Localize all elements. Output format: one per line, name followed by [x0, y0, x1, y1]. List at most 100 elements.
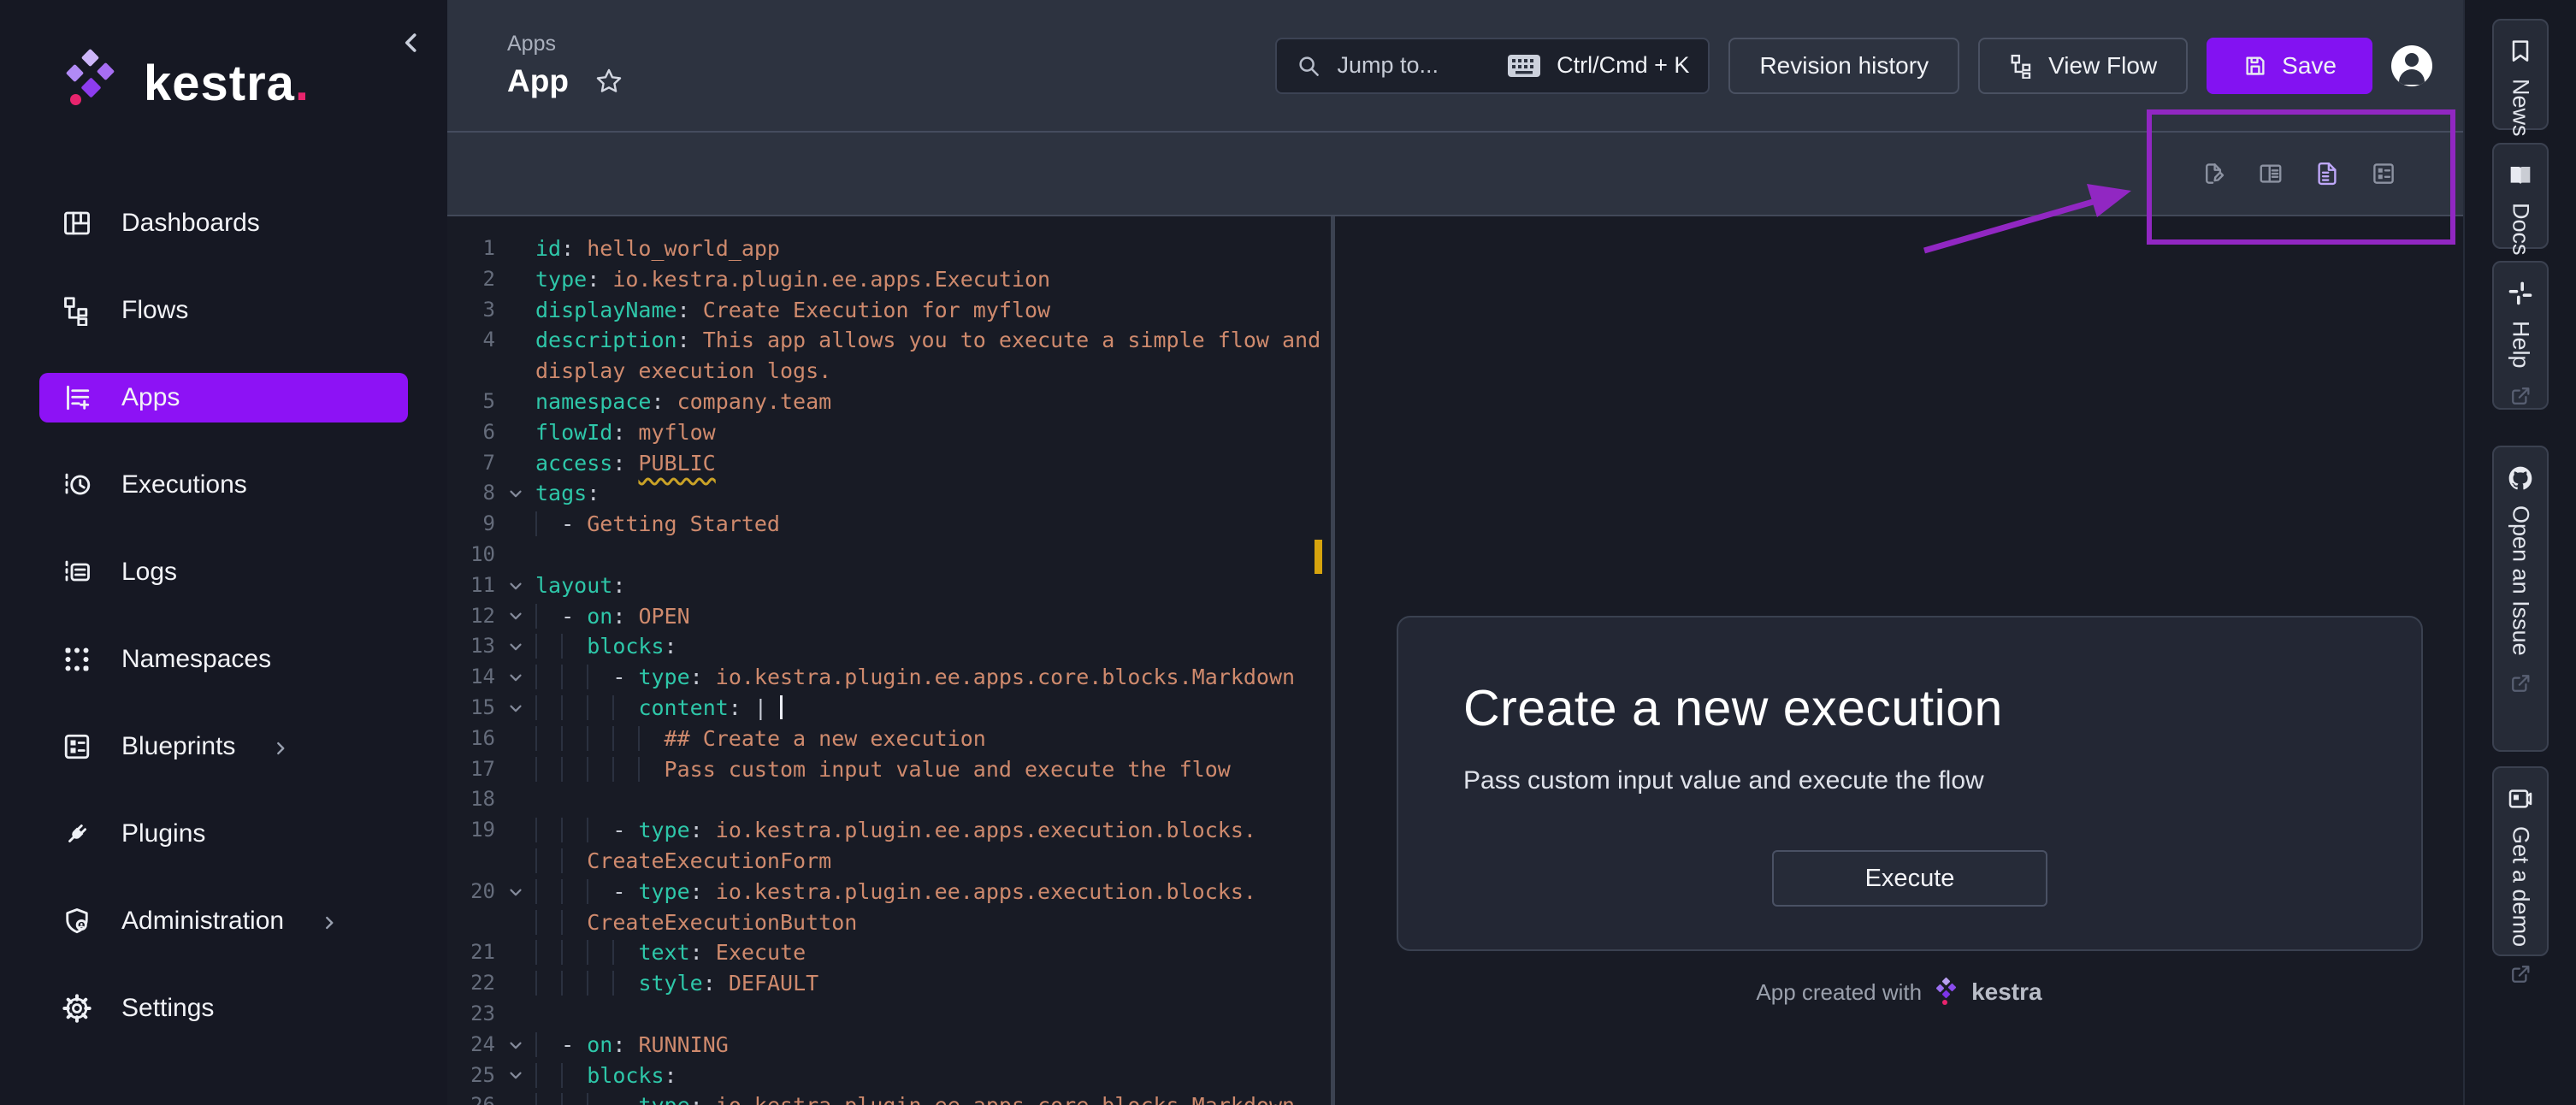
fold-chevron-icon[interactable] [495, 877, 535, 907]
code-line[interactable]: 14 - type: io.kestra.plugin.ee.apps.core… [447, 662, 1331, 693]
execute-button[interactable]: Execute [1772, 850, 2047, 907]
sidebar-item-apps[interactable]: Apps [39, 373, 408, 422]
code-line[interactable]: 6flowId: myflow [447, 417, 1331, 448]
code-line[interactable]: 9 - Getting Started [447, 509, 1331, 540]
code-line[interactable]: CreateExecutionButton [447, 907, 1331, 938]
sidebar-item-administration[interactable]: Administration [39, 896, 408, 946]
line-number: 25 [447, 1061, 495, 1091]
sidebar-item-plugins[interactable]: Plugins [39, 809, 408, 859]
gutter [447, 846, 535, 877]
fold-chevron-icon[interactable] [495, 1061, 535, 1091]
text-cursor [780, 695, 783, 719]
gutter: 24 [447, 1030, 535, 1061]
fold-chevron-icon[interactable] [495, 662, 535, 693]
code-line[interactable]: 25 blocks: [447, 1061, 1331, 1091]
sidebar-item-label: Dashboards [121, 209, 260, 238]
favorite-star-icon[interactable] [594, 67, 623, 96]
rail-button-news[interactable]: News [2492, 19, 2549, 130]
code-line[interactable]: 7 access: PUBLIC [447, 448, 1331, 479]
view-flow-button[interactable]: View Flow [1978, 38, 2188, 94]
sidebar-item-flows[interactable]: Flows [39, 286, 408, 335]
code-line[interactable]: 2type: io.kestra.plugin.ee.apps.Executio… [447, 264, 1331, 295]
code-line[interactable]: 13 blocks: [447, 631, 1331, 662]
code-line[interactable]: 16 ## Create a new execution [447, 724, 1331, 754]
code-line[interactable]: 20 - type: io.kestra.plugin.ee.apps.exec… [447, 877, 1331, 907]
code-line[interactable]: 18 [447, 784, 1331, 815]
blueprints-icon [62, 731, 92, 762]
kestra-footer-logo-icon [1934, 978, 1959, 1007]
card-title: Create a new execution [1463, 679, 2356, 737]
code-line[interactable]: 26 - type: io.kestra.plugin.ee.apps.core… [447, 1090, 1331, 1105]
save-button[interactable]: Save [2207, 38, 2372, 94]
code-line[interactable]: 12 - on: OPEN [447, 601, 1331, 632]
sidebar-item-namespaces[interactable]: Namespaces [39, 635, 408, 684]
fold-chevron-icon[interactable] [495, 1030, 535, 1061]
code-text: - type: io.kestra.plugin.ee.apps.executi… [535, 815, 1256, 846]
rail-button-get-a-demo[interactable]: Get a demo [2492, 766, 2549, 956]
yaml-code-editor[interactable]: 1id: hello_world_app2type: io.kestra.plu… [447, 216, 1331, 1105]
line-number: 12 [447, 601, 495, 632]
line-number: 4 [447, 325, 495, 356]
code-line[interactable]: 19 - type: io.kestra.plugin.ee.apps.exec… [447, 815, 1331, 846]
editor-view-toolbar [447, 133, 2463, 216]
sidebar-nav: Dashboards Flows Apps Executions Logs Namespa… [0, 198, 447, 1033]
code-text: - Getting Started [535, 509, 780, 540]
header-actions: Jump to... Ctrl/Cmd + K Revision history… [1275, 38, 2432, 94]
split-view-icon[interactable] [2258, 161, 2284, 186]
gutter: 16 [447, 724, 535, 754]
code-line[interactable]: CreateExecutionForm [447, 846, 1331, 877]
slack-icon [2507, 280, 2534, 307]
settings-icon [62, 993, 92, 1024]
sidebar-item-settings[interactable]: Settings [39, 984, 408, 1033]
code-line[interactable]: 5namespace: company.team [447, 387, 1331, 417]
gutter: 20 [447, 877, 535, 907]
code-line[interactable]: 8tags: [447, 478, 1331, 509]
fold-chevron-icon[interactable] [495, 693, 535, 724]
rail-button-help[interactable]: Help [2492, 261, 2549, 410]
code-line[interactable]: 10 [447, 540, 1331, 570]
code-line[interactable]: 22 style: DEFAULT [447, 968, 1331, 999]
breadcrumb-parent[interactable]: Apps [507, 32, 623, 56]
code-line[interactable]: display execution logs. [447, 356, 1331, 387]
code-line[interactable]: 11layout: [447, 570, 1331, 601]
line-number: 20 [447, 877, 495, 907]
gutter: 7 [447, 448, 535, 479]
code-line[interactable]: 1id: hello_world_app [447, 233, 1331, 264]
fold-chevron-icon[interactable] [495, 570, 535, 601]
blocks-view-icon[interactable] [2371, 161, 2396, 186]
file-preview-icon[interactable] [2314, 161, 2340, 186]
sidebar-collapse-icon[interactable] [396, 27, 427, 58]
fold-chevron-icon[interactable] [495, 601, 535, 632]
fold-chevron-icon[interactable] [495, 478, 535, 509]
code-line[interactable]: 24 - on: RUNNING [447, 1030, 1331, 1061]
fold-chevron-icon[interactable] [495, 631, 535, 662]
revision-history-button[interactable]: Revision history [1728, 38, 1959, 94]
code-text: text: Execute [535, 937, 806, 968]
gutter: 21 [447, 937, 535, 968]
logs-icon [62, 557, 92, 588]
code-line[interactable]: 17 Pass custom input value and execute t… [447, 754, 1331, 785]
page-title: App [507, 63, 569, 99]
code-text: description: This app allows you to exec… [535, 325, 1320, 356]
user-avatar[interactable] [2391, 45, 2432, 86]
sidebar-item-blueprints[interactable]: Blueprints [39, 722, 408, 771]
code-text: CreateExecutionButton [535, 907, 857, 938]
code-line[interactable]: 23 [447, 999, 1331, 1030]
code-line[interactable]: 15 content: | [447, 693, 1331, 724]
code-text: access: PUBLIC [535, 448, 716, 479]
jump-to-search[interactable]: Jump to... Ctrl/Cmd + K [1275, 38, 1710, 94]
sidebar-item-executions[interactable]: Executions [39, 460, 408, 510]
kestra-logo: kestra. [0, 0, 447, 116]
rail-button-label: Open an Issue [2508, 505, 2534, 656]
sidebar-item-dashboards[interactable]: Dashboards [39, 198, 408, 248]
rail-button-docs[interactable]: Docs [2492, 143, 2549, 249]
code-line[interactable]: 21 text: Execute [447, 937, 1331, 968]
file-edit-icon[interactable] [2201, 161, 2227, 186]
save-icon [2242, 53, 2268, 79]
rail-button-open-an-issue[interactable]: Open an Issue [2492, 446, 2549, 752]
line-number: 7 [447, 448, 495, 479]
code-line[interactable]: 4 description: This app allows you to exe… [447, 325, 1331, 356]
sidebar-item-logs[interactable]: Logs [39, 547, 408, 597]
code-line[interactable]: 3displayName: Create Execution for myflo… [447, 295, 1331, 326]
line-number: 23 [447, 999, 495, 1030]
